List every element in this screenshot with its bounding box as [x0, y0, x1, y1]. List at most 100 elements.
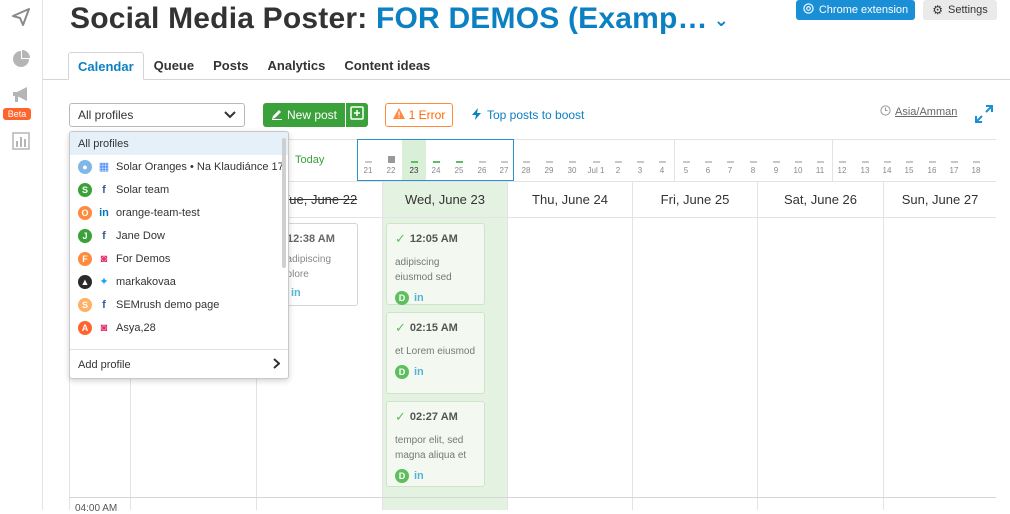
add-profile-label: Add profile	[78, 358, 131, 371]
timeline-day[interactable]: 29	[539, 166, 559, 175]
post-time: 02:15 AM	[409, 322, 458, 334]
column-header-sat: Sat, June 26	[757, 181, 883, 218]
timeline-day[interactable]: 21	[358, 166, 378, 175]
timeline-day[interactable]: 16	[922, 166, 942, 175]
dropdown-item-solar-oranges[interactable]: ● ▦ Solar Oranges • Na Klaudiánce 17	[70, 155, 288, 178]
tab-posts[interactable]: Posts	[204, 52, 257, 80]
post-card[interactable]: ✓ 12:05 AM adipiscing eiusmod sed Din	[386, 223, 485, 305]
dropdown-item-solar-team[interactable]: S f Solar team	[70, 178, 288, 201]
chevron-down-icon[interactable]: ⌄	[714, 10, 729, 30]
tab-calendar[interactable]: Calendar	[68, 52, 144, 80]
avatar: O	[78, 205, 92, 220]
pie-chart-icon[interactable]	[6, 46, 36, 72]
timeline-day[interactable]: Jul 1	[583, 166, 609, 175]
timeline-day[interactable]: 15	[899, 166, 919, 175]
timeline-day[interactable]: 5	[676, 166, 696, 175]
timeline-day-marker	[479, 161, 486, 163]
post-text: et Lorem eiusmod	[395, 346, 476, 357]
dropdown-item-orange-team-test[interactable]: O in orange-team-test	[70, 201, 288, 224]
timeline-day[interactable]: 6	[698, 166, 718, 175]
timeline-day[interactable]: 2	[608, 166, 628, 175]
megaphone-icon[interactable]	[6, 82, 36, 108]
dropdown-item-asya[interactable]: A ◙ Asya,28	[70, 316, 288, 339]
avatar: J	[78, 228, 92, 243]
post-card[interactable]: ✓ 02:27 AM tempor elit, sed magna aliqua …	[386, 401, 485, 487]
post-network: Din	[395, 365, 476, 379]
project-name[interactable]: FOR DEMOS (Examp…	[376, 2, 708, 35]
paper-plane-icon[interactable]	[6, 4, 36, 30]
dropdown-scrollbar[interactable]	[282, 138, 286, 268]
tab-divider	[43, 79, 1010, 80]
timeline-day[interactable]: 27	[494, 166, 514, 175]
timeline-day[interactable]: 24	[426, 166, 446, 175]
column-divider	[382, 218, 383, 510]
dropdown-item-for-demos[interactable]: F ◙ For Demos	[70, 247, 288, 270]
chrome-extension-label: Chrome extension	[818, 4, 909, 16]
bulk-add-button[interactable]	[346, 103, 368, 127]
timeline-day[interactable]: 9	[766, 166, 786, 175]
today-button[interactable]: Today	[295, 154, 324, 166]
twitter-icon: ✦	[99, 276, 109, 288]
post-text: adipiscing eiusmod sed	[395, 257, 452, 283]
timeline-day-marker	[906, 161, 913, 163]
timeline-day[interactable]: 17	[944, 166, 964, 175]
timeline-day[interactable]: 28	[516, 166, 536, 175]
timeline-day[interactable]: 26	[472, 166, 492, 175]
dropdown-item-markakovaa[interactable]: ▲ ✦ markakovaa	[70, 270, 288, 293]
linkedin-icon: in	[99, 206, 109, 219]
item-label: Jane Dow	[116, 229, 165, 242]
settings-button[interactable]: ⚙ Settings	[923, 0, 997, 20]
google-business-icon: ▦	[98, 161, 110, 173]
beta-badge: Beta	[3, 108, 31, 120]
dropdown-item-jane-dow[interactable]: J f Jane Dow	[70, 224, 288, 247]
profile-dropdown: All profiles ● ▦ Solar Oranges • Na Klau…	[69, 131, 289, 379]
error-label: 1 Error	[408, 108, 446, 122]
error-button[interactable]: 1 Error	[385, 103, 453, 127]
tab-analytics[interactable]: Analytics	[259, 52, 335, 80]
timeline-day[interactable]: 7	[720, 166, 740, 175]
timeline-day-marker	[365, 161, 372, 163]
post-card[interactable]: ✓ 02:15 AM et Lorem eiusmod Din	[386, 312, 485, 394]
avatar: S	[78, 182, 92, 197]
tab-queue[interactable]: Queue	[145, 52, 203, 80]
timeline-day[interactable]: 23	[404, 166, 424, 175]
dropdown-item-all-profiles[interactable]: All profiles	[70, 132, 288, 155]
timeline-day[interactable]: 8	[743, 166, 763, 175]
hour-divider	[69, 497, 996, 498]
timezone-link[interactable]: Asia/Amman	[880, 105, 957, 119]
avatar: F	[78, 251, 92, 266]
timeline-day[interactable]: 30	[562, 166, 582, 175]
timezone-label: Asia/Amman	[895, 106, 958, 118]
chrome-extension-button[interactable]: Chrome extension	[796, 0, 915, 20]
timeline-day[interactable]: 11	[810, 166, 830, 175]
timeline-day[interactable]: 10	[788, 166, 808, 175]
post-time: 12:05 AM	[409, 233, 458, 245]
timeline-day[interactable]: 18	[966, 166, 986, 175]
timeline-day[interactable]: 25	[449, 166, 469, 175]
expand-icon[interactable]	[974, 104, 994, 124]
profile-select[interactable]: All profiles	[69, 103, 245, 127]
facebook-icon: f	[102, 298, 106, 311]
timeline-day-marker	[388, 156, 395, 163]
timeline-day-marker	[615, 161, 622, 163]
timeline-day-marker	[705, 161, 712, 163]
bar-chart-icon[interactable]	[6, 128, 36, 154]
new-post-button[interactable]: New post	[263, 103, 345, 127]
timeline-day-marker	[569, 161, 576, 163]
dropdown-item-semrush-demo[interactable]: S f SEMrush demo page	[70, 293, 288, 316]
timeline-day[interactable]: 13	[855, 166, 875, 175]
timeline-day-marker	[862, 161, 869, 163]
timeline-day[interactable]: 12	[832, 166, 852, 175]
chevron-down-icon	[224, 108, 236, 122]
timeline-day[interactable]: 14	[877, 166, 897, 175]
post-time: 02:27 AM	[409, 411, 458, 423]
top-posts-boost-link[interactable]: Top posts to boost	[472, 103, 584, 127]
timeline-day[interactable]: 4	[652, 166, 672, 175]
column-header-sun: Sun, June 27	[883, 181, 996, 218]
timeline-day[interactable]: 22	[381, 166, 401, 175]
timeline-day-marker	[839, 161, 846, 163]
timeline-day-marker	[929, 161, 936, 163]
add-profile-item[interactable]: Add profile	[70, 349, 288, 378]
tab-content-ideas[interactable]: Content ideas	[335, 52, 439, 80]
timeline-day[interactable]: 3	[630, 166, 650, 175]
